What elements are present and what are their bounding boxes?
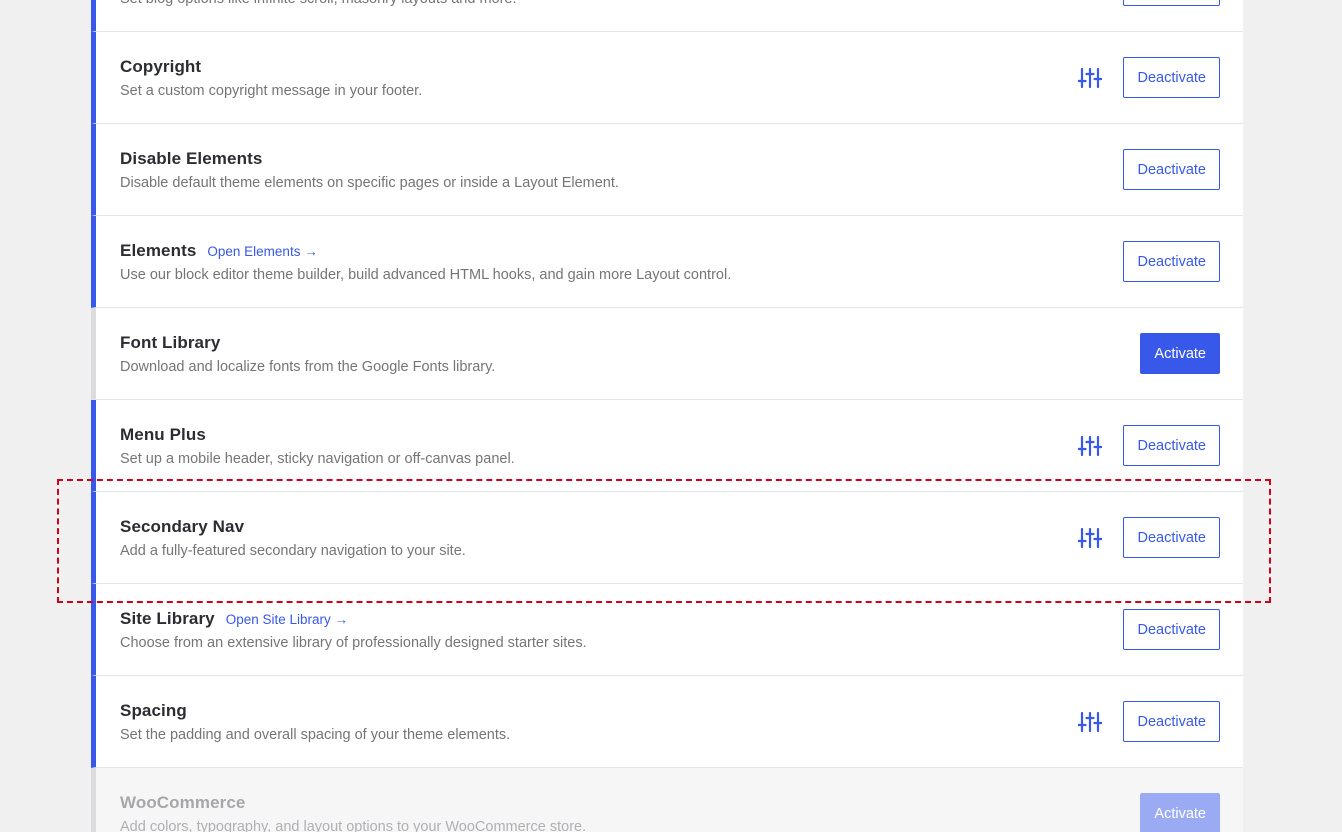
- module-info: BlogSet blog options like infinite scrol…: [120, 0, 517, 7]
- module-title-row: Font Library: [120, 333, 495, 353]
- module-name: Spacing: [120, 701, 187, 720]
- module-info: Disable Elements Disable default theme el…: [120, 149, 619, 191]
- module-row-spacing: Spacing Set the padding and overall spaci…: [91, 676, 1243, 768]
- module-actions: Deactivate: [1077, 701, 1220, 742]
- module-name: Copyright: [120, 57, 202, 76]
- module-name: Site Library: [120, 609, 215, 628]
- module-row-font-library: Font Library Download and localize fonts …: [91, 308, 1243, 400]
- module-actions: Deactivate: [1123, 0, 1220, 6]
- module-actions: Deactivate: [1077, 57, 1220, 98]
- module-info: Copyright Set a custom copyright message …: [120, 57, 422, 99]
- module-info: Spacing Set the padding and overall spaci…: [120, 701, 510, 743]
- module-actions: Deactivate: [1123, 241, 1220, 282]
- module-info: Menu Plus Set up a mobile header, sticky …: [120, 425, 515, 467]
- deactivate-disable-elements-button[interactable]: Deactivate: [1123, 149, 1220, 190]
- module-name: Disable Elements: [120, 149, 263, 168]
- sliders-icon[interactable]: [1077, 525, 1103, 551]
- activate-woocommerce-button[interactable]: Activate: [1140, 793, 1220, 832]
- module-row-menu-plus: Menu Plus Set up a mobile header, sticky …: [91, 400, 1243, 492]
- module-actions: Activate: [1140, 793, 1220, 832]
- module-title-row: Elements Open Elements →: [120, 241, 731, 261]
- module-info: Site Library Open Site Library → Choose fr…: [120, 609, 587, 651]
- module-name: Elements: [120, 241, 197, 260]
- module-name: Secondary Nav: [120, 517, 245, 536]
- module-description: Set a custom copyright message in your f…: [120, 83, 423, 99]
- module-title-row: WooCommerce: [120, 793, 586, 813]
- module-actions: Deactivate: [1077, 425, 1220, 466]
- module-row-secondary-nav: Secondary Nav Add a fully-featured second…: [91, 492, 1243, 584]
- module-actions: Deactivate: [1123, 149, 1220, 190]
- sliders-icon[interactable]: [1077, 709, 1103, 735]
- module-title-row: Copyright: [120, 57, 422, 77]
- module-name: Menu Plus: [120, 425, 206, 444]
- deactivate-blog-button[interactable]: Deactivate: [1123, 0, 1220, 6]
- module-info: Secondary Nav Add a fully-featured second…: [120, 517, 466, 559]
- deactivate-elements-button[interactable]: Deactivate: [1123, 241, 1220, 282]
- module-row-copyright: Copyright Set a custom copyright message …: [91, 32, 1243, 124]
- module-info: Font Library Download and localize fonts …: [120, 333, 495, 375]
- deactivate-menu-plus-button[interactable]: Deactivate: [1123, 425, 1220, 466]
- sliders-icon[interactable]: [1077, 433, 1103, 459]
- deactivate-secondary-nav-button[interactable]: Deactivate: [1123, 517, 1220, 558]
- module-actions: Activate: [1140, 333, 1220, 374]
- module-description: Add a fully-featured secondary navigatio…: [120, 543, 466, 559]
- module-description: Use our block editor theme builder, buil…: [120, 267, 732, 283]
- module-description: Set up a mobile header, sticky navigatio…: [120, 451, 515, 467]
- module-name: WooCommerce: [120, 793, 246, 812]
- module-row-blog: BlogSet blog options like infinite scrol…: [91, 0, 1243, 32]
- activate-font-library-button[interactable]: Activate: [1140, 333, 1220, 374]
- open-elements-link[interactable]: Open Elements →: [207, 244, 317, 259]
- module-description: Choose from an extensive library of prof…: [120, 635, 587, 651]
- module-description: Set the padding and overall spacing of y…: [120, 727, 511, 743]
- sliders-icon[interactable]: [1077, 65, 1103, 91]
- deactivate-site-library-button[interactable]: Deactivate: [1123, 609, 1220, 650]
- module-title-row: Spacing: [120, 701, 510, 721]
- module-info: WooCommerce Add colors, typography, and l…: [120, 793, 586, 832]
- module-row-elements: Elements Open Elements → Use our block edi…: [91, 216, 1243, 308]
- module-row-site-library: Site Library Open Site Library → Choose fr…: [91, 584, 1243, 676]
- module-info: Elements Open Elements → Use our block edi…: [120, 241, 731, 283]
- module-title-row: Disable Elements: [120, 149, 619, 169]
- module-description: Add colors, typography, and layout optio…: [120, 819, 587, 832]
- deactivate-spacing-button[interactable]: Deactivate: [1123, 701, 1220, 742]
- deactivate-copyright-button[interactable]: Deactivate: [1123, 57, 1220, 98]
- module-actions: Deactivate: [1123, 609, 1220, 650]
- module-list: BlogSet blog options like infinite scrol…: [91, 0, 1243, 832]
- module-actions: Deactivate: [1077, 517, 1220, 558]
- module-name: Font Library: [120, 333, 221, 352]
- module-title-row: Site Library Open Site Library →: [120, 609, 587, 629]
- module-description: Disable default theme elements on specif…: [120, 175, 619, 191]
- open-site-library-link[interactable]: Open Site Library →: [226, 612, 348, 627]
- module-title-row: Secondary Nav: [120, 517, 466, 537]
- module-description: Set blog options like infinite scroll, m…: [120, 0, 517, 7]
- module-description: Download and localize fonts from the Goo…: [120, 359, 496, 375]
- module-row-disable-elements: Disable Elements Disable default theme el…: [91, 124, 1243, 216]
- module-row-woocommerce: WooCommerce Add colors, typography, and l…: [91, 768, 1243, 832]
- module-title-row: Menu Plus: [120, 425, 515, 445]
